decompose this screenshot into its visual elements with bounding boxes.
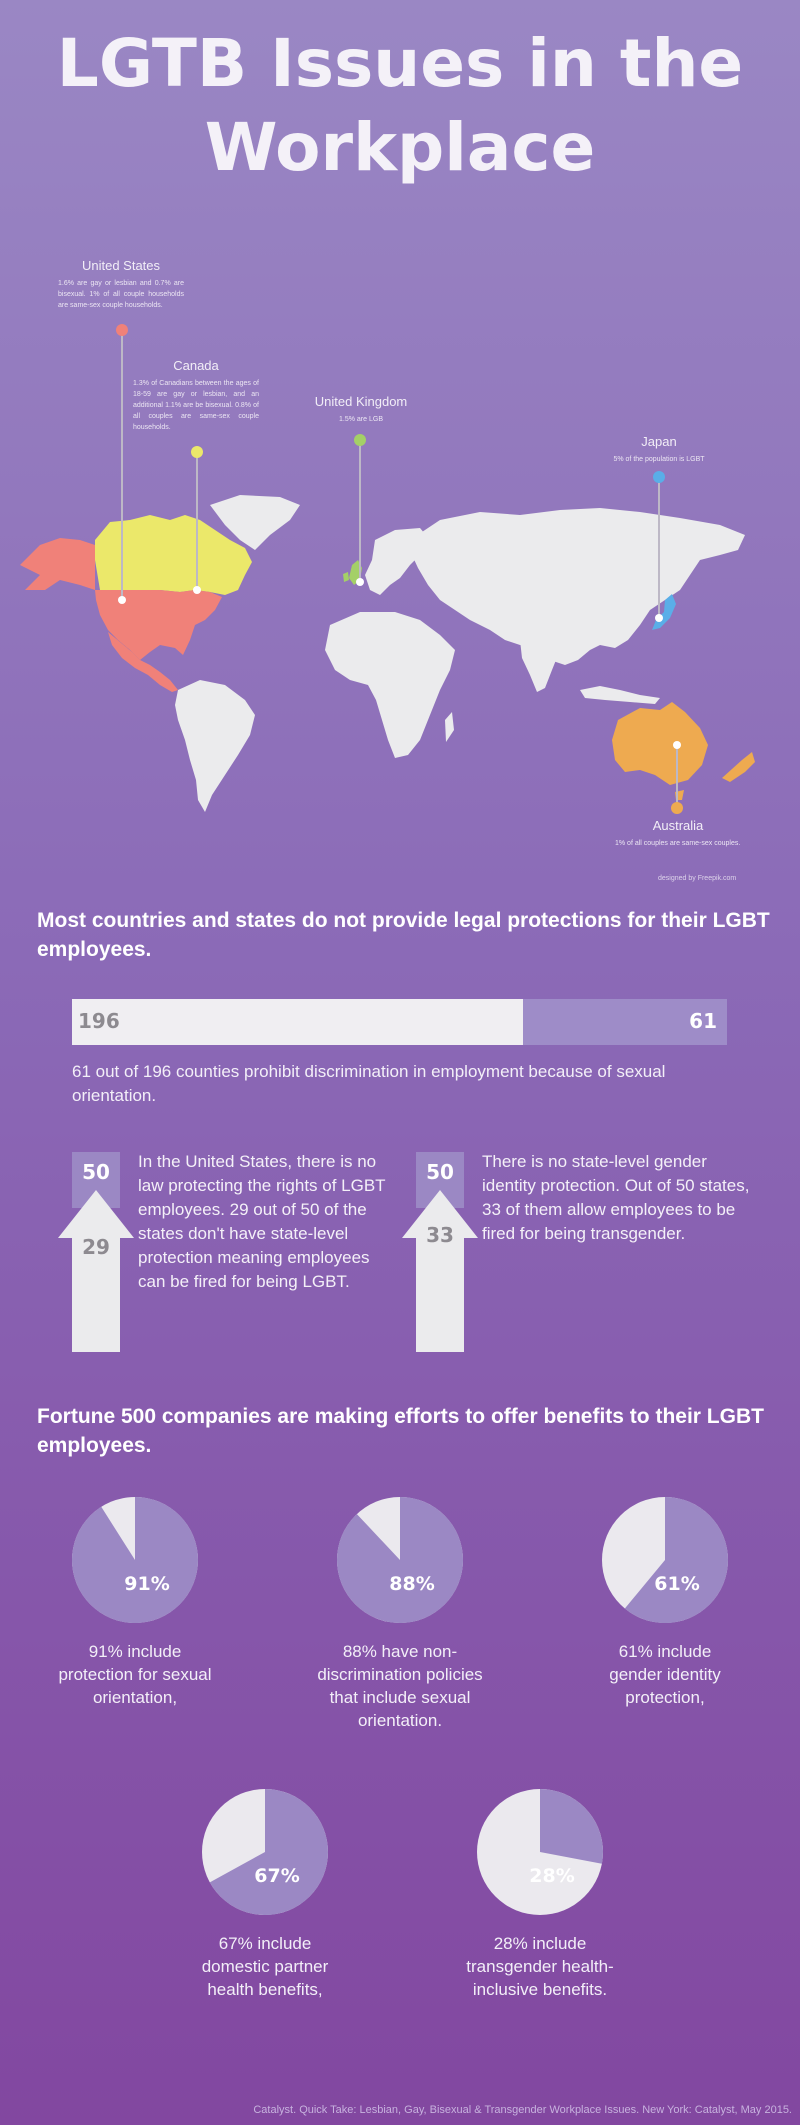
new-zealand-shape: [722, 752, 755, 782]
country-name: United Kingdom: [314, 394, 408, 409]
pie-value-slice: [72, 1497, 199, 1623]
section-heading-benefits: Fortune 500 companies are making efforts…: [37, 1405, 764, 1457]
pie-chart: 88%: [337, 1497, 463, 1623]
map-credit: designed by Freepik.com: [658, 875, 737, 882]
section-heading-legal: Most countries and states do not provide…: [37, 909, 770, 961]
country-stat: 1.5% are LGB: [339, 416, 383, 423]
country-name: Japan: [641, 434, 677, 449]
pie-caption: 28% include transgender health-inclusive…: [466, 1934, 614, 1999]
pie-percent-label: 91%: [124, 1573, 169, 1595]
south-america-shape: [175, 680, 255, 812]
bar-part-label: 61: [689, 1009, 717, 1033]
usa-shape: [95, 590, 222, 660]
asia-shape: [410, 508, 745, 665]
canada-pin-top: [191, 446, 203, 458]
pie-percent-label: 88%: [389, 1573, 434, 1595]
callout-united-states: United States 1.6% are gay or lesbian an…: [58, 258, 184, 311]
india-shape: [520, 640, 560, 692]
page-title: LGTB Issues in the Workplace: [56, 25, 744, 186]
arrow-top-number: 50: [82, 1160, 110, 1184]
pie-percent-label: 28%: [529, 1865, 574, 1887]
callout-japan: Japan 5% of the population is LGBT: [596, 434, 722, 465]
country-stat: 1% of all couples are same-sex couples.: [615, 840, 741, 847]
country-stat: 1.3% of Canadians between the ages of 18…: [133, 380, 259, 431]
pie-percent-label: 61%: [654, 1573, 699, 1595]
uk-pin-top: [354, 434, 366, 446]
arrow-top-number: 50: [426, 1160, 454, 1184]
pie-caption: 88% have non-discrimination policies tha…: [317, 1642, 483, 1730]
arrow-bottom-number: 29: [82, 1235, 110, 1259]
source-footer: Catalyst. Quick Take: Lesbian, Gay, Bise…: [253, 2104, 792, 2116]
callout-united-kingdom: United Kingdom 1.5% are LGB: [298, 394, 424, 425]
alaska-shape: [20, 538, 95, 590]
australia-shape: [612, 702, 708, 785]
uk-pin-dot: [356, 578, 364, 586]
country-name: Canada: [173, 358, 219, 373]
pie-chart: 67%: [202, 1789, 328, 1915]
country-name: Australia: [652, 818, 704, 833]
callout-canada: Canada 1.3% of Canadians between the age…: [133, 358, 259, 433]
australia-pin-dot: [673, 741, 681, 749]
madagascar-shape: [445, 712, 454, 742]
pie-value-slice: [540, 1789, 603, 1864]
indonesia-shape: [580, 686, 660, 704]
country-stat: 5% of the population is LGBT: [613, 456, 705, 463]
australia-pin-bottom: [671, 802, 683, 814]
japan-pin-top: [653, 471, 665, 483]
arrow-bottom-number: 33: [426, 1223, 454, 1247]
africa-shape: [325, 612, 455, 758]
japan-pin-dot: [655, 614, 663, 622]
bar-caption: 61 out of 196 counties prohibit discrimi…: [72, 1062, 666, 1105]
country-name: United States: [81, 258, 161, 273]
gender-identity-text: There is no state-level gender identity …: [482, 1152, 750, 1243]
country-stat: 1.6% are gay or lesbian and 0.7% are bis…: [58, 280, 184, 309]
pie-percent-label: 67%: [254, 1865, 299, 1887]
pie-chart: 61%: [602, 1497, 728, 1623]
ireland-shape: [343, 572, 349, 582]
pie-caption: 91% include protection for sexual orient…: [58, 1642, 212, 1707]
us-protection-text: In the United States, there is no law pr…: [138, 1152, 386, 1291]
pie-caption: 61% include gender identity protection,: [609, 1642, 721, 1707]
pie-caption: 67% include domestic partner health bene…: [201, 1934, 329, 1999]
pie-chart: 28%: [477, 1789, 603, 1915]
canada-pin-dot: [193, 586, 201, 594]
countries-bar: 196 61: [72, 999, 727, 1045]
us-pin-top: [116, 324, 128, 336]
callout-australia: Australia 1% of all couples are same-sex…: [615, 818, 741, 849]
pie-value-slice: [337, 1497, 463, 1623]
us-pin-dot: [118, 596, 126, 604]
pie-chart: 91%: [72, 1497, 199, 1623]
bar-total-label: 196: [78, 1009, 120, 1033]
